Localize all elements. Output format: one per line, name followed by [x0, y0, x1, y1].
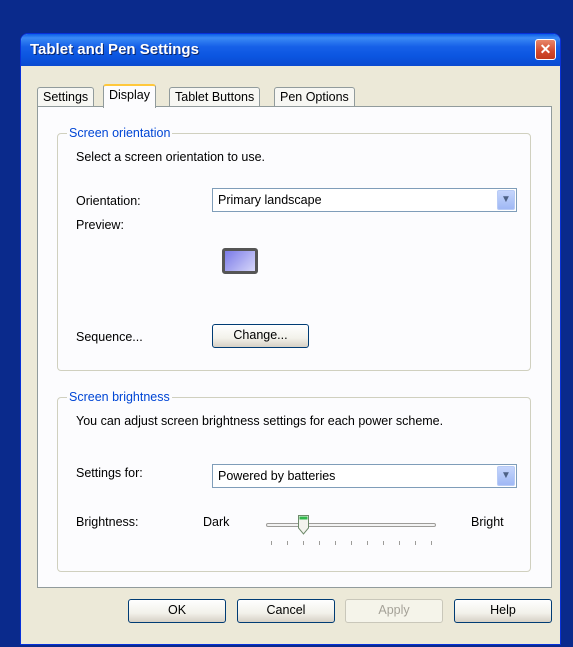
screen-orientation-group: Screen orientation Select a screen orien…: [57, 126, 531, 371]
orientation-description: Select a screen orientation to use.: [76, 150, 266, 164]
display-tab-panel: Screen orientation Select a screen orien…: [37, 106, 552, 588]
slider-tick: [335, 541, 336, 545]
dark-label: Dark: [203, 515, 230, 529]
slider-tick: [431, 541, 432, 545]
slider-tick: [271, 541, 272, 545]
screen-brightness-legend: Screen brightness: [67, 390, 172, 404]
brightness-slider[interactable]: [266, 510, 436, 550]
ok-button[interactable]: OK: [128, 599, 226, 623]
chevron-down-icon[interactable]: ▼: [497, 466, 515, 486]
close-button[interactable]: ✕: [535, 39, 556, 60]
slider-tick: [415, 541, 416, 545]
screen-orientation-legend: Screen orientation: [67, 126, 173, 140]
slider-tick: [399, 541, 400, 545]
slider-tick: [319, 541, 320, 545]
bright-label: Bright: [471, 515, 504, 529]
help-button[interactable]: Help: [454, 599, 552, 623]
change-sequence-button[interactable]: Change...: [212, 324, 309, 348]
slider-tick: [351, 541, 352, 545]
power-scheme-value: Powered by batteries: [218, 469, 336, 483]
apply-button[interactable]: Apply: [345, 599, 443, 623]
sequence-label: Sequence...: [76, 330, 143, 344]
slider-tick: [287, 541, 288, 545]
monitor-icon: [222, 248, 258, 274]
brightness-label: Brightness:: [76, 515, 139, 529]
orientation-label: Orientation:: [76, 194, 141, 208]
window-title: Tablet and Pen Settings: [30, 41, 199, 58]
brightness-description: You can adjust screen brightness setting…: [76, 414, 444, 428]
slider-thumb[interactable]: [298, 515, 309, 535]
tab-display[interactable]: Display: [103, 84, 156, 108]
cancel-button[interactable]: Cancel: [237, 599, 335, 623]
tab-tablet-buttons[interactable]: Tablet Buttons: [169, 87, 261, 107]
power-scheme-dropdown[interactable]: Powered by batteries ▼: [212, 464, 517, 488]
preview-label: Preview:: [76, 218, 124, 232]
slider-tick: [383, 541, 384, 545]
slider-track: [266, 523, 436, 527]
slider-tick: [367, 541, 368, 545]
dialog-window: Tablet and Pen Settings ✕ Settings Displ…: [20, 33, 561, 645]
close-icon: ✕: [539, 41, 552, 57]
settings-for-label: Settings for:: [76, 466, 143, 480]
screen-brightness-group: Screen brightness You can adjust screen …: [57, 390, 531, 572]
orientation-dropdown[interactable]: Primary landscape ▼: [212, 188, 517, 212]
tab-pen-options[interactable]: Pen Options: [274, 87, 355, 107]
orientation-value: Primary landscape: [218, 193, 322, 207]
tab-settings[interactable]: Settings: [37, 87, 95, 107]
chevron-down-icon[interactable]: ▼: [497, 190, 515, 210]
slider-tick: [303, 541, 304, 545]
title-bar[interactable]: Tablet and Pen Settings ✕: [21, 34, 560, 66]
